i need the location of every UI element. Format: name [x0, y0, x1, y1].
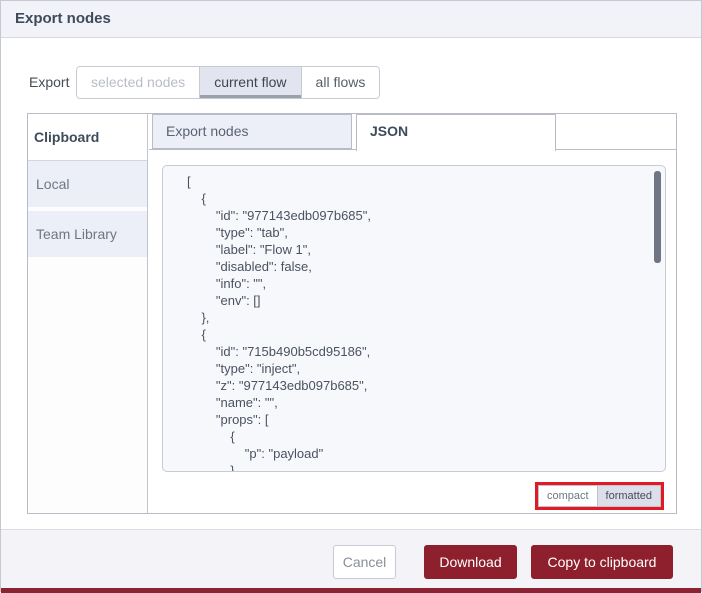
- scrollbar-thumb[interactable]: [654, 171, 661, 263]
- export-all-flows-button[interactable]: all flows: [300, 67, 380, 98]
- export-library-panel: Clipboard Local Team Library Export node…: [27, 113, 677, 514]
- clipboard-tab-bar: Export nodes JSON: [149, 114, 676, 151]
- sidebar-item-local[interactable]: Local: [28, 161, 147, 207]
- export-current-flow-button[interactable]: current flow: [199, 67, 301, 98]
- download-button[interactable]: Download: [424, 545, 517, 579]
- dialog-title: Export nodes: [1, 1, 701, 38]
- compact-format-button[interactable]: compact: [537, 485, 598, 507]
- tab-export-nodes[interactable]: Export nodes: [152, 114, 352, 149]
- dialog-footer: Cancel Download Copy to clipboard: [1, 529, 701, 588]
- cancel-button[interactable]: Cancel: [333, 545, 396, 579]
- sidebar-item-team-library[interactable]: Team Library: [28, 211, 147, 257]
- copy-to-clipboard-button[interactable]: Copy to clipboard: [531, 545, 673, 579]
- dialog-bottom-edge: [1, 588, 701, 593]
- sidebar-item-clipboard[interactable]: Clipboard: [28, 114, 147, 161]
- library-sidebar: Clipboard Local Team Library: [28, 114, 148, 513]
- json-export-textarea[interactable]: [ { "id": "977143edb097b685", "type": "t…: [162, 165, 666, 472]
- export-scope-toggle-group: selected nodes current flow all flows: [76, 66, 381, 99]
- formatted-format-button[interactable]: formatted: [597, 485, 661, 507]
- json-export-text: [ { "id": "977143edb097b685", "type": "t…: [187, 174, 371, 472]
- tab-json[interactable]: JSON: [356, 114, 556, 151]
- json-tab-content: [ { "id": "977143edb097b685", "type": "t…: [149, 151, 676, 513]
- export-selected-nodes-button[interactable]: selected nodes: [77, 67, 200, 98]
- annotation-highlight: compact formatted: [534, 482, 664, 510]
- export-scope-label: Export: [29, 74, 70, 90]
